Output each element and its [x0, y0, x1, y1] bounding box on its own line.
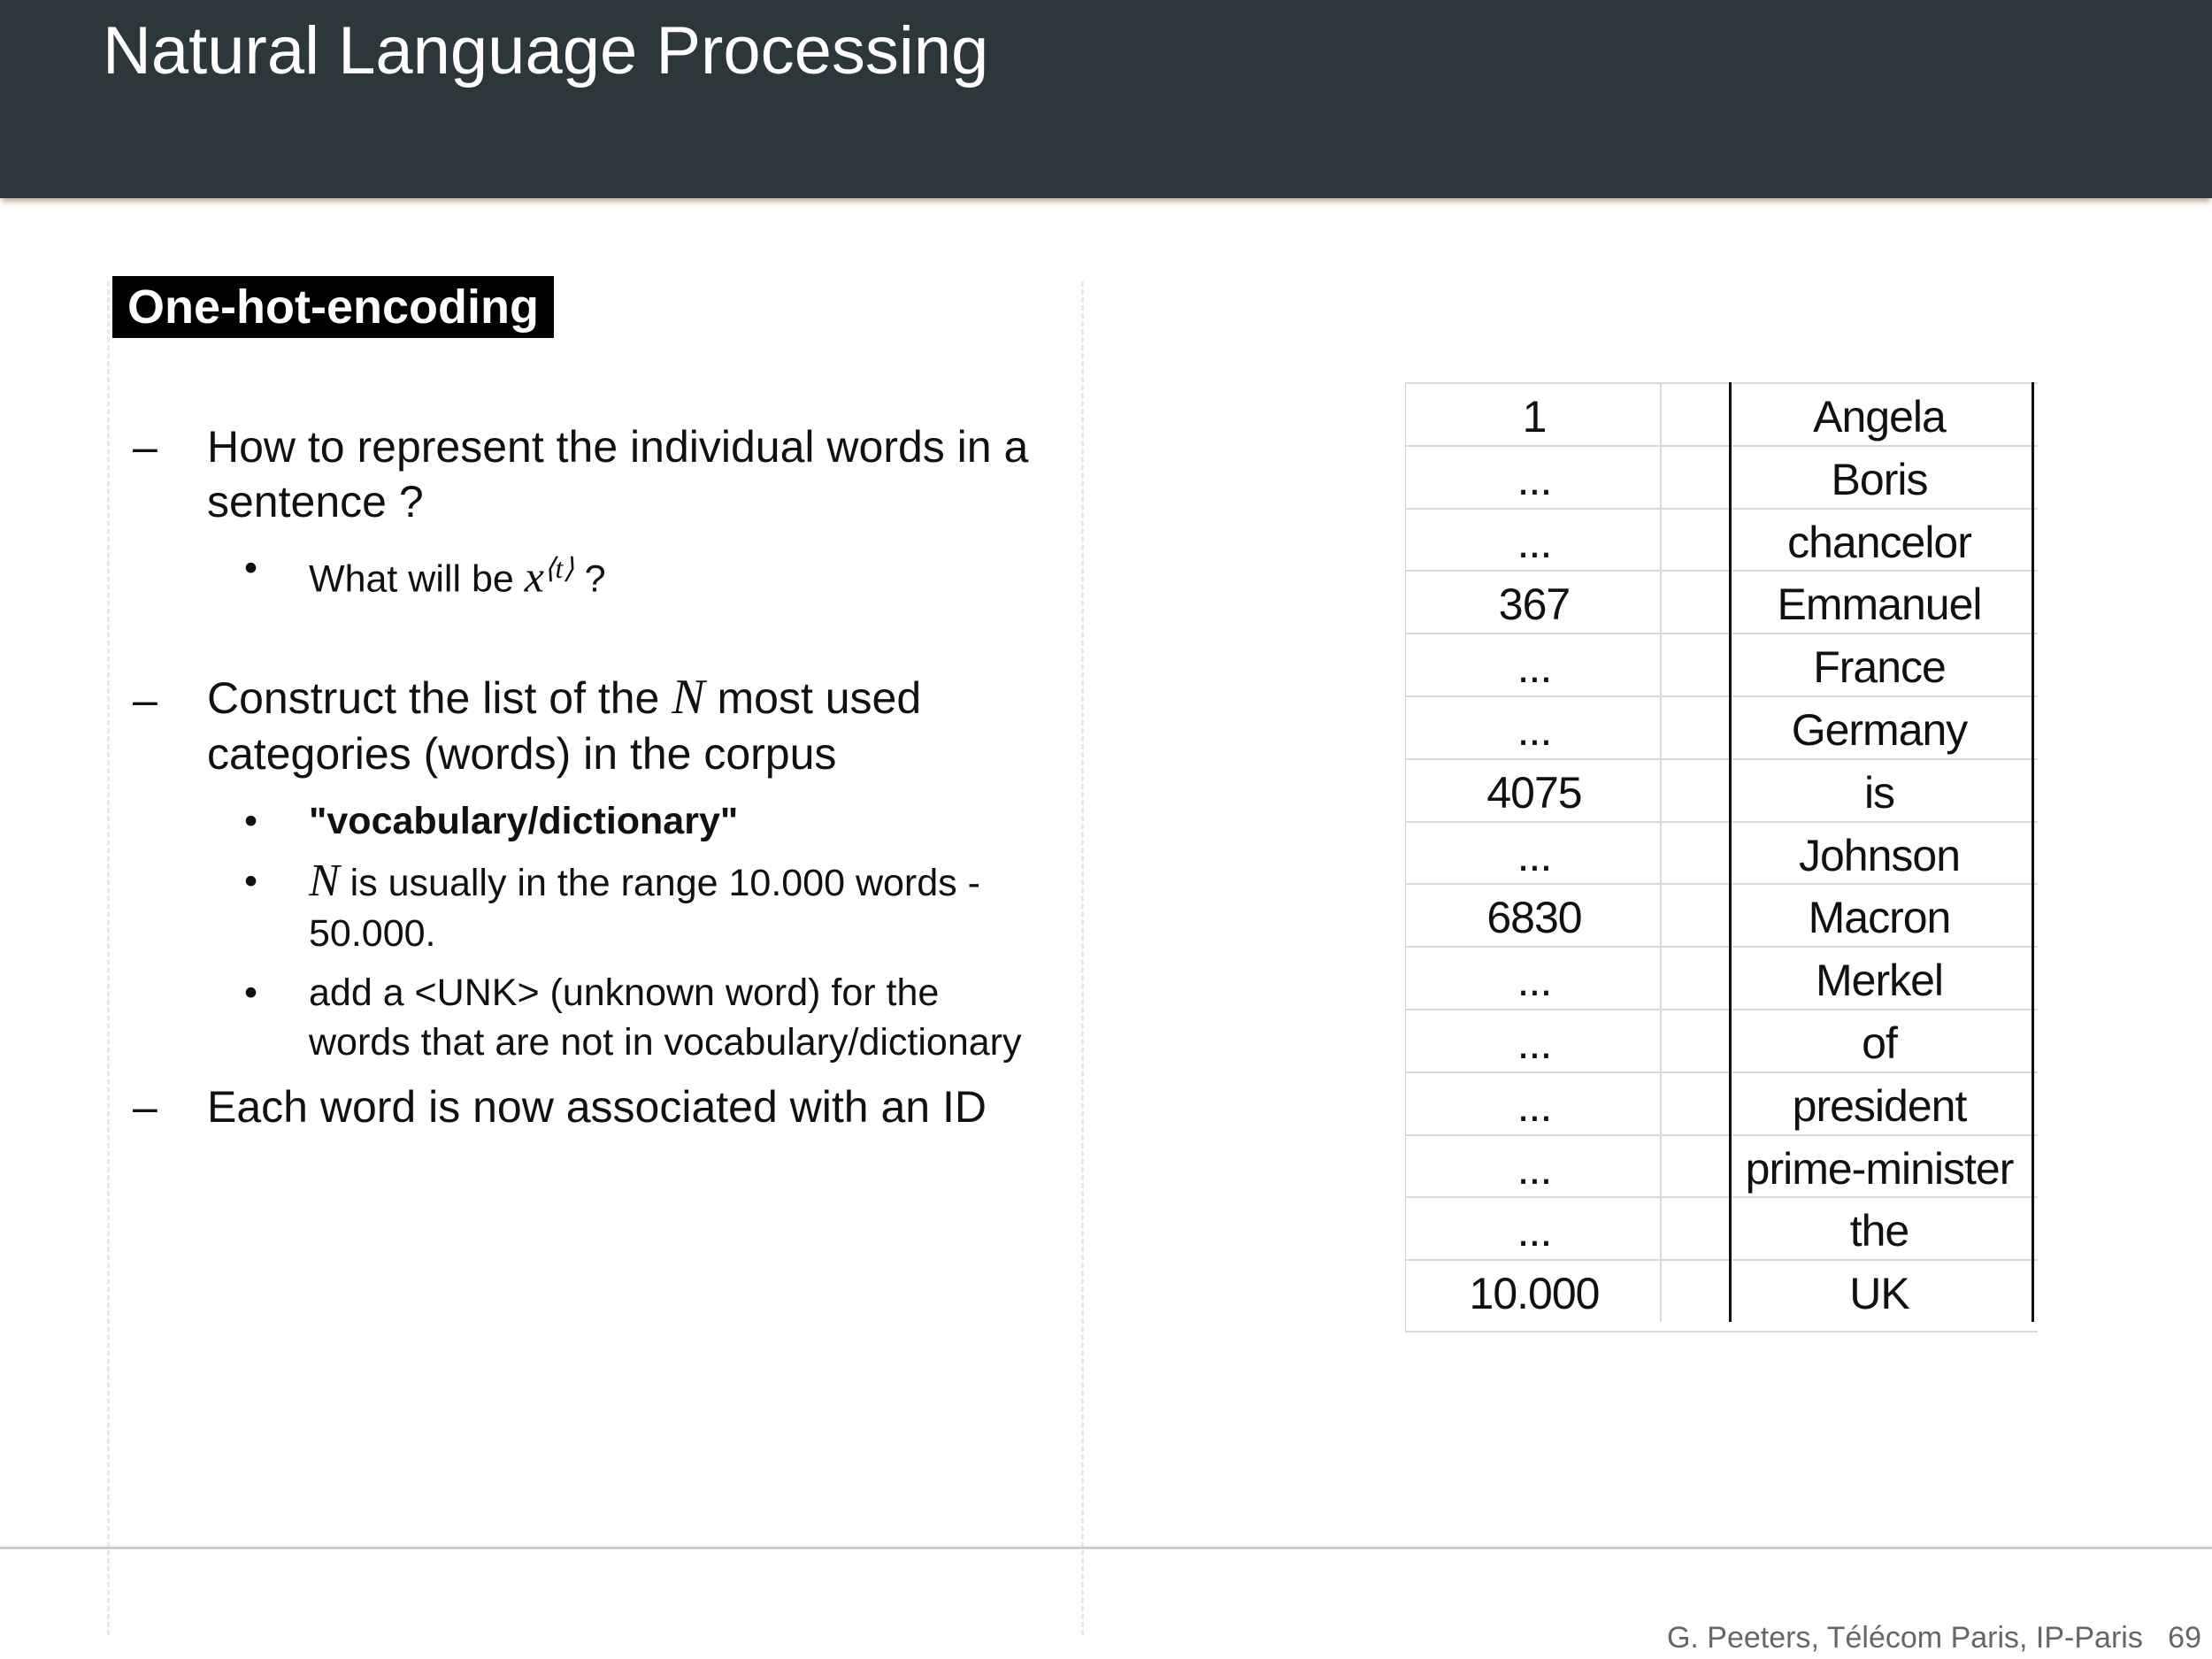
word: UK	[1849, 1269, 1909, 1319]
word: of	[1862, 1018, 1898, 1068]
word: the	[1849, 1206, 1910, 1256]
bullet-text: How to represent the individual words in…	[207, 422, 1029, 472]
word-id: 4075	[1486, 767, 1582, 818]
table-row: 367 Emmanuel	[1406, 570, 2038, 633]
table-row: 10.000 UK	[1406, 1259, 2038, 1333]
vocabulary-table: 1 Angela ... Boris ... chancelor 367 Emmanue…	[1405, 382, 2038, 1333]
word: chancelor	[1787, 517, 1972, 567]
word: Emmanuel	[1777, 580, 1983, 630]
table-row: ... president	[1406, 1071, 2038, 1134]
table-column-divider	[1660, 382, 1662, 1322]
word: president	[1792, 1080, 1968, 1131]
word-id: ...	[1517, 454, 1553, 504]
left-guide-line	[107, 281, 110, 1635]
word: Macron	[1808, 893, 1952, 943]
table-row: 6830 Macron	[1406, 883, 2038, 946]
sub-bullet-text: words that are not in vocabulary/diction…	[309, 1021, 1022, 1064]
table-row: ... Johnson	[1406, 820, 2038, 884]
sub-bullet-marker: •	[244, 860, 258, 902]
word-id: ...	[1517, 704, 1553, 755]
table-row: ... the	[1406, 1196, 2038, 1259]
footer-divider	[0, 1547, 2212, 1549]
table-row: ... prime-minister	[1406, 1133, 2038, 1197]
bullet-text: Each word is now associated with an ID	[207, 1082, 987, 1132]
word: Johnson	[1798, 830, 1961, 880]
slide-header: Natural Language Processing	[0, 0, 2212, 198]
bullet-dash: –	[133, 422, 157, 472]
sub-bullet-text: N is usually in the range 10.000 words -	[309, 856, 980, 906]
table-row: ... Merkel	[1406, 946, 2038, 1009]
word-id: 1	[1522, 392, 1548, 442]
word-id: 367	[1498, 580, 1571, 630]
bullet-dash: –	[133, 675, 157, 725]
column-guide-line	[1081, 281, 1084, 1635]
table-row: ... of	[1406, 1008, 2038, 1071]
sub-bullet-text: What will be x⟨t⟩ ?	[309, 551, 606, 602]
word-id: ...	[1517, 1143, 1553, 1194]
bullet-text: categories (words) in the corpus	[207, 729, 837, 779]
word: is	[1863, 767, 1895, 818]
footer-author: G. Peeters, Télécom Paris, IP-Paris	[1666, 1621, 2143, 1655]
table-column-divider	[2032, 382, 2034, 1322]
word: France	[1813, 642, 1947, 693]
table-row: ... chancelor	[1406, 507, 2038, 571]
word-id: ...	[1517, 517, 1553, 567]
bullet-text: Construct the list of the N most used	[207, 670, 922, 725]
sub-bullet-marker: •	[244, 800, 258, 842]
sub-bullet-text: "vocabulary/dictionary"	[309, 800, 739, 842]
word: Germany	[1791, 704, 1969, 755]
word-id: ...	[1517, 642, 1553, 693]
slide-title: Natural Language Processing	[103, 13, 989, 88]
slide-footer: G. Peeters, Télécom Paris, IP-Paris 69	[1667, 1621, 2201, 1655]
word: Angela	[1813, 392, 1947, 442]
table-row: 1 Angela	[1406, 382, 2038, 445]
table-row: ... Boris	[1406, 444, 2038, 508]
word-id: ...	[1517, 1206, 1553, 1256]
word: Boris	[1831, 454, 1929, 504]
word-id: ...	[1517, 1080, 1553, 1131]
bullet-dash: –	[133, 1082, 157, 1132]
sub-bullet-marker: •	[244, 547, 258, 589]
table-row: ... Germany	[1406, 695, 2038, 758]
word-id: ...	[1517, 1018, 1553, 1068]
sub-bullet-marker: •	[244, 972, 258, 1014]
word: Merkel	[1815, 956, 1944, 1006]
word-id: 10.000	[1469, 1269, 1601, 1319]
table-row: 4075 is	[1406, 757, 2038, 821]
sub-bullet-text: add a <UNK> (unknown word) for the	[309, 972, 940, 1014]
sub-bullet-text: 50.000.	[309, 912, 436, 955]
table-row: ... France	[1406, 633, 2038, 695]
table-column-divider	[1729, 382, 1732, 1322]
word-id: ...	[1517, 830, 1553, 880]
page-number: 69	[2168, 1621, 2201, 1655]
bullet-text: sentence ?	[207, 477, 424, 526]
word-id: ...	[1517, 956, 1553, 1006]
word-id: 6830	[1486, 893, 1582, 943]
section-title: One-hot-encoding	[112, 276, 554, 338]
word: prime-minister	[1745, 1143, 2015, 1194]
